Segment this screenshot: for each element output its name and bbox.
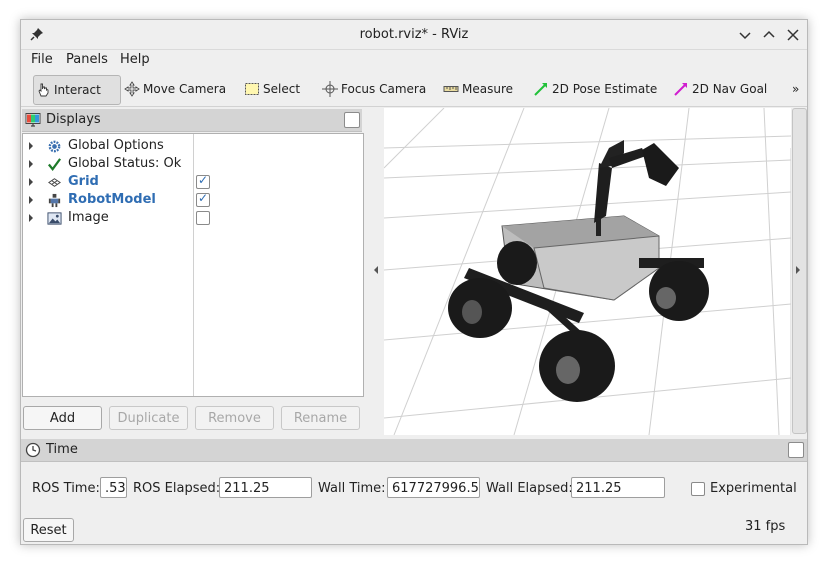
robot-3d-scene (383, 107, 792, 436)
wall-elapsed-label: Wall Elapsed: (486, 481, 573, 496)
wall-time-label: Wall Time: (318, 481, 386, 496)
maximize-icon[interactable] (759, 25, 779, 45)
tool-focus-camera-label: Focus Camera (341, 82, 427, 96)
grid-icon (46, 174, 62, 190)
tree-item-image[interactable]: Image (23, 209, 363, 227)
close-icon[interactable] (783, 25, 803, 45)
tree-item-global-status[interactable]: Global Status: Ok (23, 155, 363, 173)
tool-focus-camera[interactable]: Focus Camera (321, 75, 426, 103)
tree-item-label: Global Status: Ok (68, 156, 182, 171)
expand-arrow-icon[interactable] (29, 160, 33, 168)
left-dock-collapse-icon[interactable] (374, 266, 378, 274)
wall-elapsed-field[interactable]: 211.25 (571, 477, 665, 498)
expand-arrow-icon[interactable] (29, 214, 33, 222)
window-title: robot.rviz* - RViz (359, 27, 469, 42)
green-arrow-icon (532, 81, 550, 97)
ros-elapsed-field[interactable]: 211.25 (219, 477, 312, 498)
tool-move-camera[interactable]: Move Camera (123, 75, 226, 103)
title-bar: robot.rviz* - RViz (21, 20, 807, 50)
minimize-icon[interactable] (735, 25, 755, 45)
tool-select[interactable]: Select (243, 75, 300, 103)
tool-2d-pose-estimate-label: 2D Pose Estimate (552, 82, 658, 96)
displays-panel-header: Displays (22, 109, 362, 132)
displays-title: Displays (46, 112, 101, 127)
tool-interact[interactable]: Interact (33, 75, 121, 105)
menu-bar: File Panels Help (21, 50, 807, 70)
duplicate-button[interactable]: Duplicate (109, 406, 188, 430)
rviz-window: robot.rviz* - RViz File Panels Help Inte… (20, 19, 808, 545)
select-box-icon (243, 81, 261, 97)
displays-float-button[interactable] (344, 112, 360, 128)
time-float-button[interactable] (788, 442, 804, 458)
menu-panels[interactable]: Panels (66, 52, 108, 67)
tree-item-global-options[interactable]: Global Options (23, 137, 363, 155)
menu-help[interactable]: Help (120, 52, 150, 67)
robotmodel-enable-checkbox[interactable]: ✓ (196, 191, 210, 207)
monitor-icon (25, 113, 41, 127)
tree-item-grid[interactable]: Grid ✓ (23, 173, 363, 191)
grid-enable-checkbox[interactable]: ✓ (196, 173, 210, 189)
expand-arrow-icon[interactable] (29, 178, 33, 186)
robot-icon (46, 192, 62, 208)
tool-2d-pose-estimate[interactable]: 2D Pose Estimate (532, 75, 657, 103)
reset-button[interactable]: Reset (23, 518, 74, 542)
add-button[interactable]: Add (23, 406, 102, 430)
tool-2d-nav-goal[interactable]: 2D Nav Goal (672, 75, 767, 103)
tool-measure-label: Measure (462, 82, 513, 96)
tree-item-robotmodel[interactable]: RobotModel ✓ (23, 191, 363, 209)
ruler-icon (442, 81, 460, 97)
menu-file[interactable]: File (31, 52, 53, 67)
tool-select-label: Select (263, 82, 301, 96)
displays-tree: Global Options Global Status: Ok Grid ✓ … (22, 133, 364, 397)
image-icon (46, 210, 62, 226)
ros-time-label: ROS Time: (32, 481, 100, 496)
hand-pointer-icon (34, 82, 52, 98)
image-enable-checkbox[interactable] (196, 211, 210, 225)
wall-time-field[interactable]: 617727996.56 (387, 477, 480, 498)
checkmark-icon (46, 156, 62, 172)
tool-2d-nav-goal-label: 2D Nav Goal (692, 82, 768, 96)
tree-item-label: Global Options (68, 138, 164, 153)
rename-button[interactable]: Rename (281, 406, 360, 430)
time-panel-header: Time (21, 439, 807, 462)
time-title: Time (46, 442, 78, 457)
experimental-checkbox[interactable] (691, 482, 705, 496)
toolbar: Interact Move Camera Select Focus Camera… (21, 72, 807, 107)
experimental-label: Experimental (710, 481, 797, 496)
fps-readout: 31 fps (745, 519, 786, 534)
ros-elapsed-label: ROS Elapsed: (133, 481, 221, 496)
crosshair-icon (321, 81, 339, 97)
ros-time-field[interactable]: .53 (100, 477, 127, 498)
3d-render-viewport[interactable] (383, 107, 792, 436)
expand-arrow-icon[interactable] (29, 196, 33, 204)
tree-item-label: RobotModel (68, 192, 156, 207)
tool-interact-label: Interact (54, 83, 101, 97)
robot-model (448, 140, 709, 402)
remove-button[interactable]: Remove (195, 406, 274, 430)
tree-item-label: Grid (68, 174, 99, 189)
move-arrows-icon (123, 81, 141, 97)
toolbar-overflow-button[interactable]: » (792, 75, 799, 103)
tool-move-camera-label: Move Camera (143, 82, 227, 96)
right-dock-expand-icon[interactable] (796, 266, 800, 274)
magenta-arrow-icon (672, 81, 690, 97)
expand-arrow-icon[interactable] (29, 142, 33, 150)
gear-icon (46, 138, 62, 154)
clock-icon (25, 442, 41, 458)
tool-measure[interactable]: Measure (442, 75, 513, 103)
tree-item-label: Image (68, 210, 109, 225)
